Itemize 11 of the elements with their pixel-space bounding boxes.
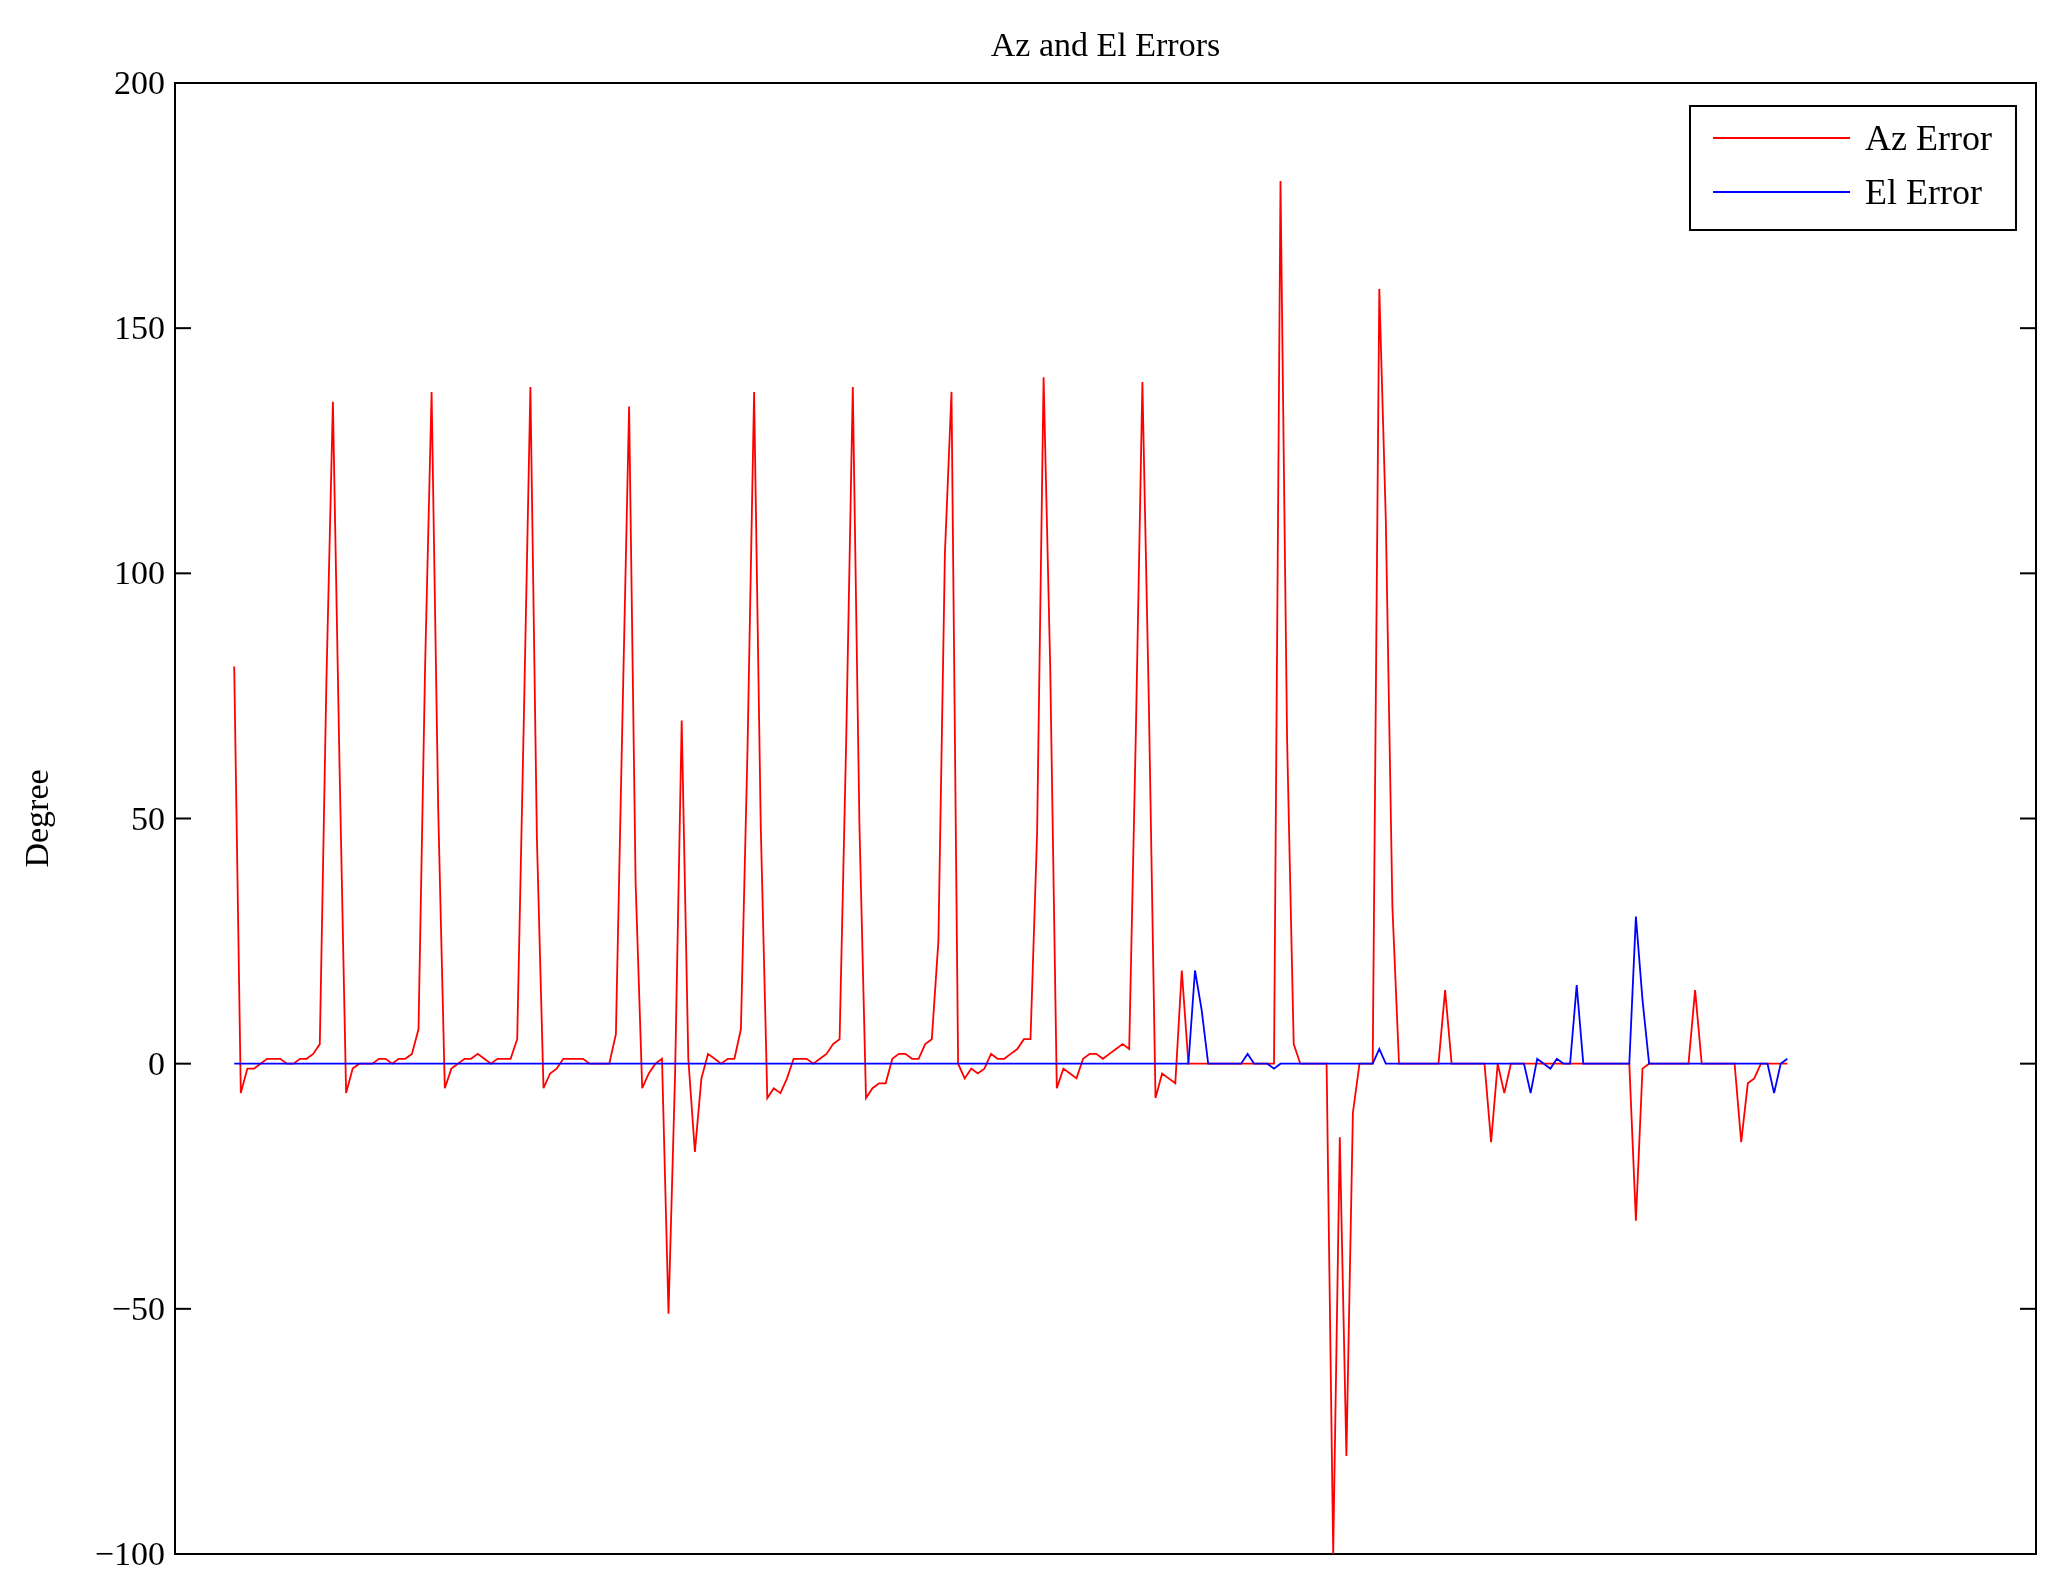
legend-label: El Error [1865, 172, 1982, 212]
legend-label: Az Error [1865, 118, 1992, 158]
y-tick-label: 100 [114, 554, 165, 592]
chart-title: Az and El Errors [990, 26, 1221, 63]
y-tick-label: −100 [94, 1535, 165, 1572]
y-axis-label: Degree [18, 769, 55, 868]
y-tick-label: 150 [114, 309, 165, 347]
y-tick-label: 0 [148, 1044, 165, 1082]
y-tick-label: −50 [111, 1289, 165, 1327]
y-tick-label: 50 [131, 799, 165, 837]
y-tick-label: 200 [114, 64, 165, 101]
